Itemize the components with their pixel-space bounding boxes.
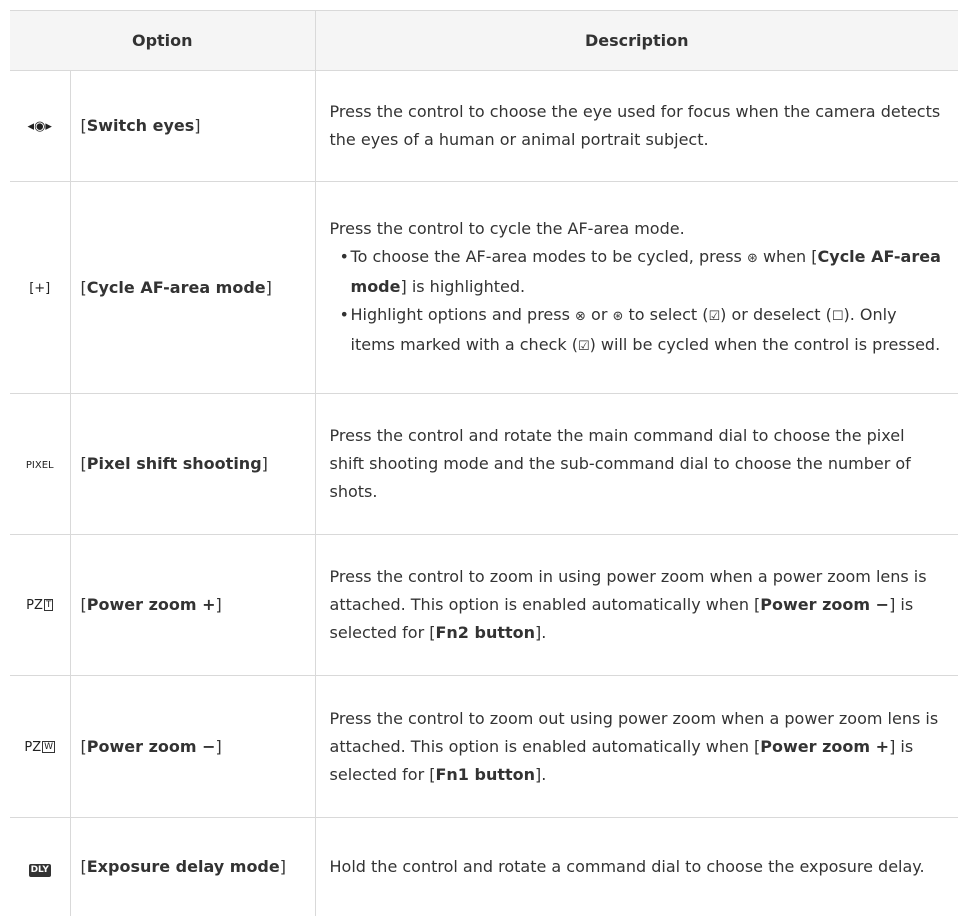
table-header-row: Option Description (10, 11, 958, 71)
option-name: [Pixel shift shooting] (70, 394, 315, 535)
option-description: Hold the control and rotate a command di… (315, 818, 958, 916)
option-description: Press the control to cycle the AF-area m… (315, 182, 958, 394)
option-description: Press the control to choose the eye used… (315, 71, 958, 182)
pixel-shift-icon: PIXEL (26, 452, 54, 480)
option-name: [Power zoom +] (70, 535, 315, 676)
description-bullets: To choose the AF-area modes to be cycled… (330, 243, 945, 361)
list-item: Highlight options and press ⊗ or ⊛ to se… (340, 301, 945, 361)
header-description: Description (315, 11, 958, 71)
table-row: [+] [Cycle AF-area mode] Press the contr… (10, 182, 958, 394)
cycle-af-area-icon: [+] (29, 275, 50, 303)
option-name: [Power zoom −] (70, 676, 315, 818)
checked-box-icon: ☑ (578, 333, 590, 361)
option-description: Press the control and rotate the main co… (315, 394, 958, 535)
exposure-delay-icon: DLY (29, 864, 51, 877)
checked-box-icon: ☑ (709, 303, 721, 331)
option-name: [Cycle AF-area mode] (70, 182, 315, 394)
multi-selector-right-icon: ⊛ (613, 303, 624, 331)
option-name: [Exposure delay mode] (70, 818, 315, 916)
power-zoom-plus-icon: PZT (26, 592, 53, 620)
table-row: PZW [Power zoom −] Press the control to … (10, 676, 958, 818)
unchecked-box-icon: ☐ (832, 303, 844, 331)
multi-selector-right-icon: ⊛ (747, 245, 758, 273)
power-zoom-minus-icon: PZW (24, 734, 55, 762)
option-name: [Switch eyes] (70, 71, 315, 182)
options-table: Option Description ◂◉▸ [Switch eyes] Pre… (10, 10, 958, 916)
option-description: Press the control to zoom in using power… (315, 535, 958, 676)
list-item: To choose the AF-area modes to be cycled… (340, 243, 945, 301)
description-intro: Press the control to cycle the AF-area m… (330, 215, 945, 243)
table-row: DLY [Exposure delay mode] Hold the contr… (10, 818, 958, 916)
header-option: Option (10, 11, 315, 71)
table-row: PZT [Power zoom +] Press the control to … (10, 535, 958, 676)
option-description: Press the control to zoom out using powe… (315, 676, 958, 818)
switch-eyes-icon: ◂◉▸ (28, 113, 52, 141)
table-row: PIXEL [Pixel shift shooting] Press the c… (10, 394, 958, 535)
ok-button-icon: ⊗ (575, 303, 586, 331)
table-row: ◂◉▸ [Switch eyes] Press the control to c… (10, 71, 958, 182)
